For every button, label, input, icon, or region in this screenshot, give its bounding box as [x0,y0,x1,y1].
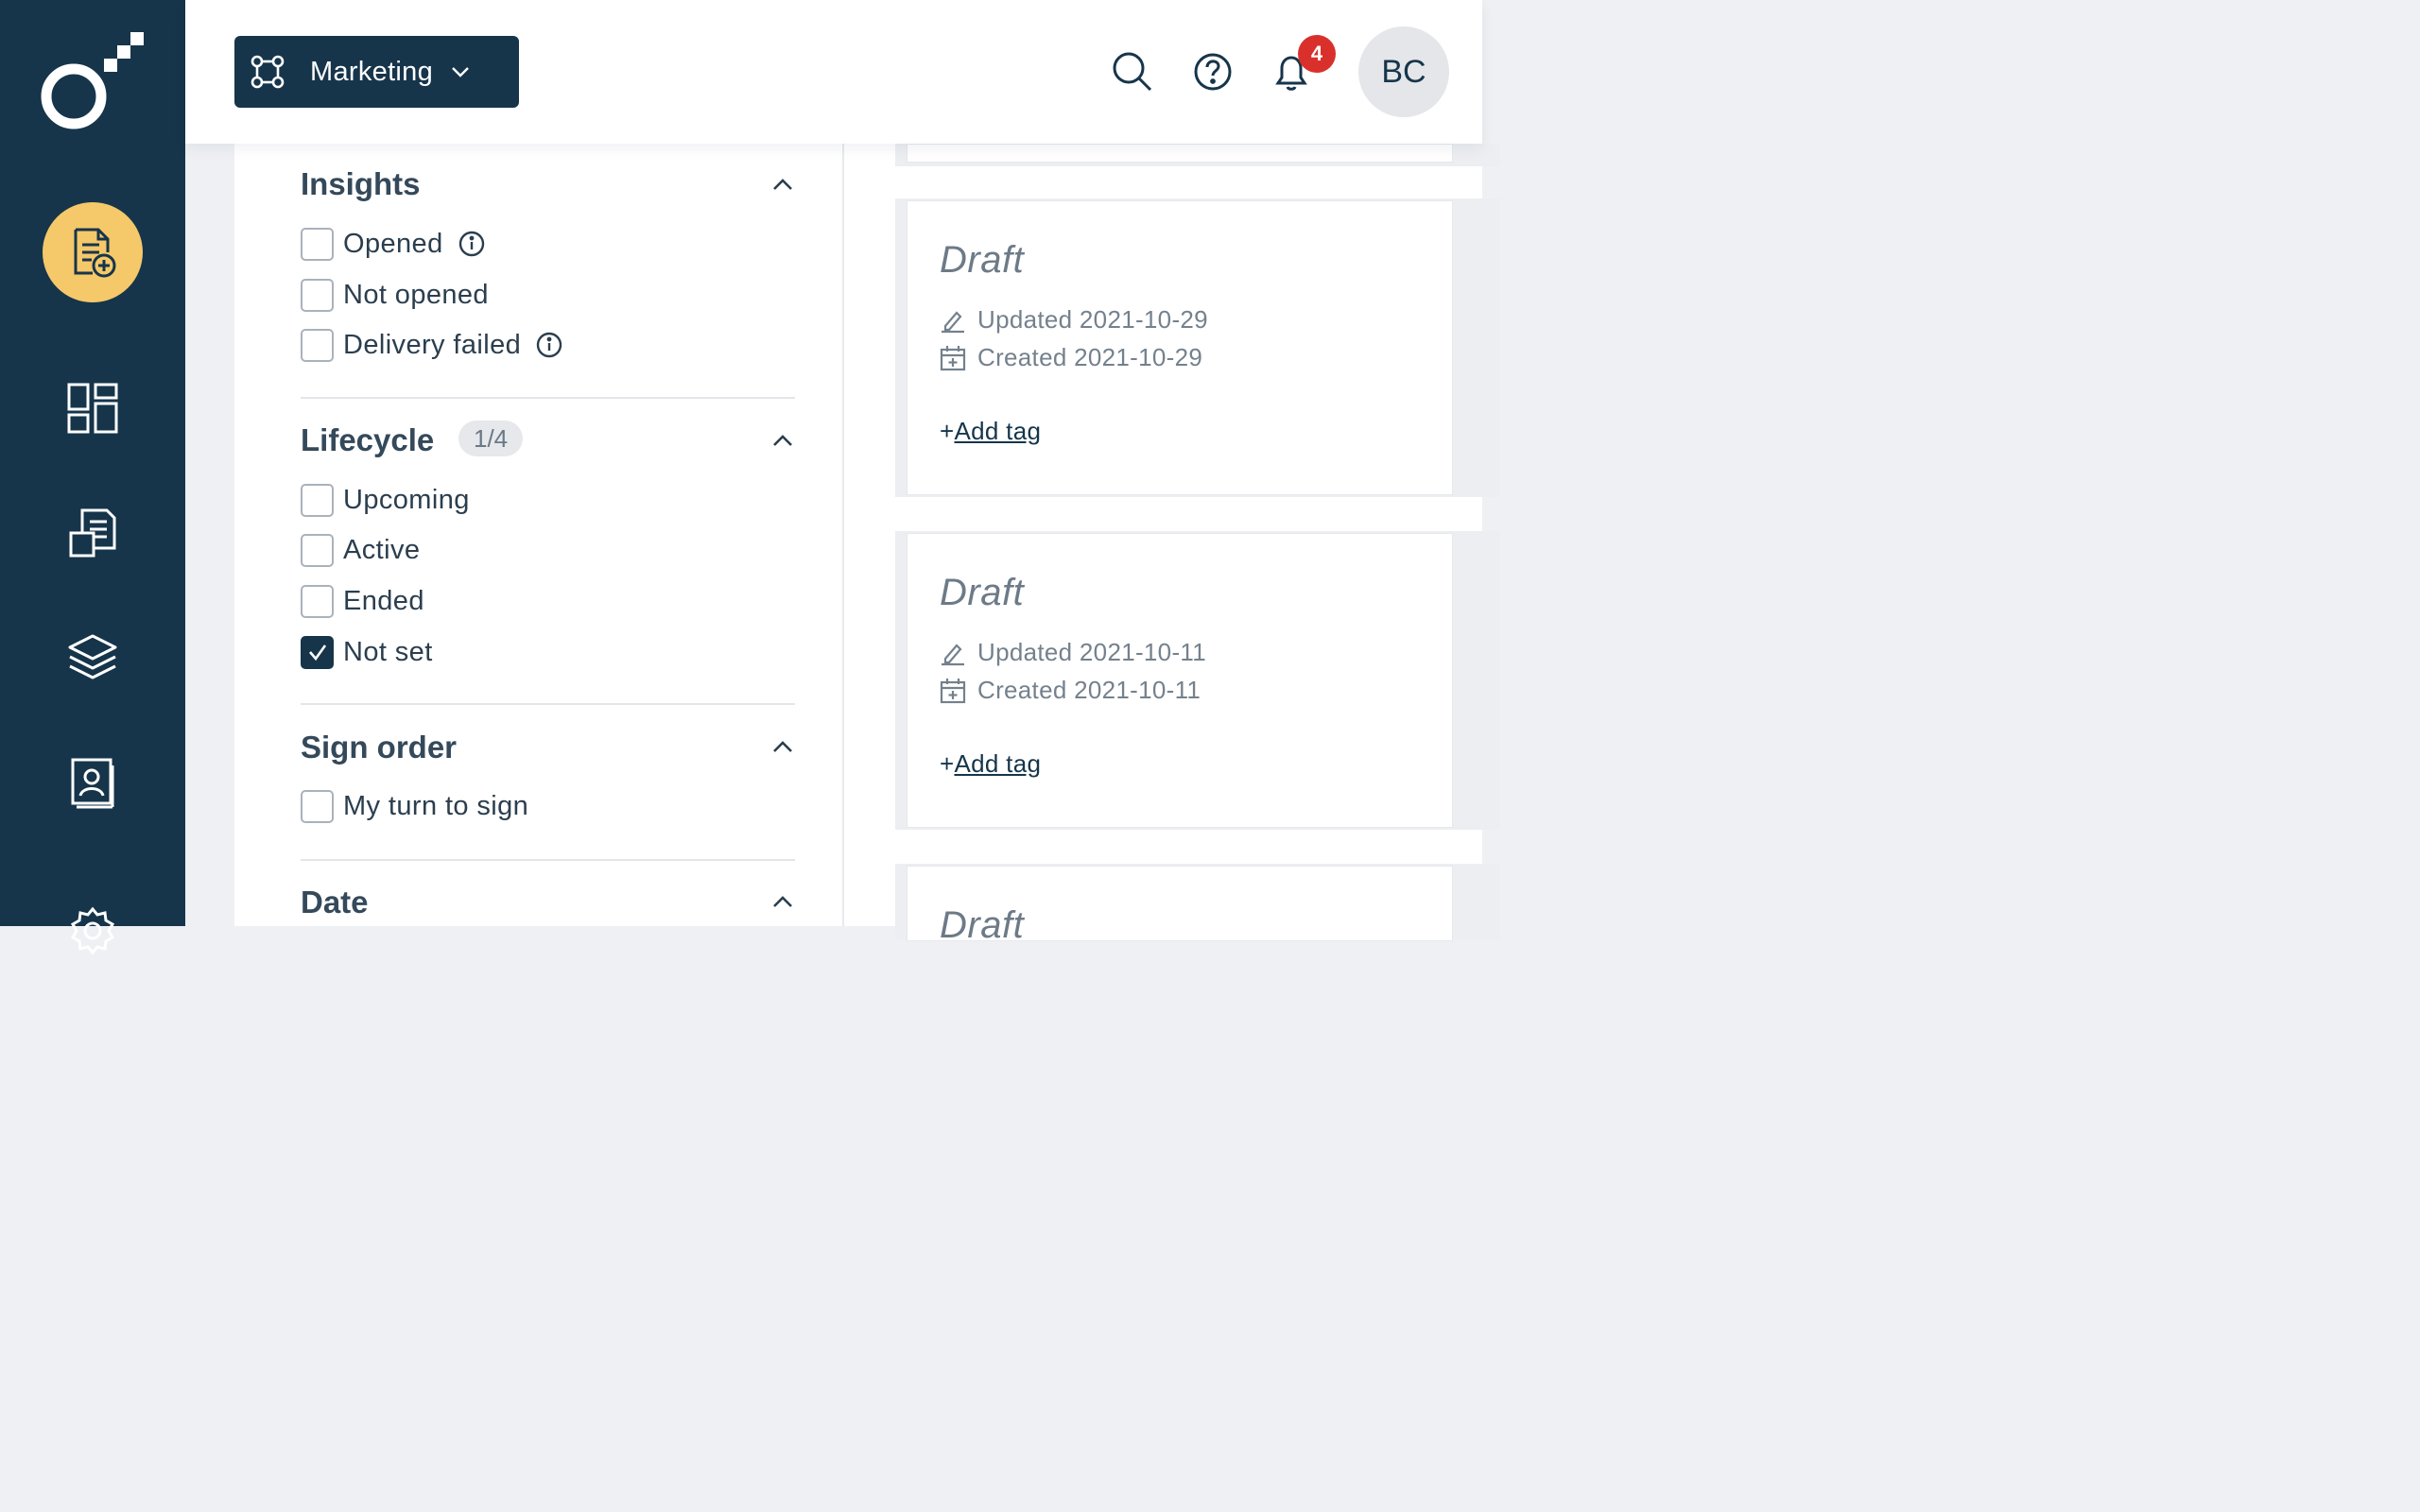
checkbox[interactable] [301,533,334,567]
filter-panel: Insights Opened Not opened Delivery fail… [234,144,844,926]
user-avatar[interactable]: BC [1358,26,1449,117]
checkbox[interactable] [301,328,334,362]
checkmark-icon [308,644,326,662]
card-body: Draft Updated 2021-10-29 Created 2021-10… [907,200,1453,495]
card-body: Draft [907,866,1453,946]
section-title: Date [301,885,369,919]
checkbox[interactable] [301,483,334,517]
checkbox[interactable] [301,227,334,261]
plus-text: + [940,417,955,445]
search-icon[interactable] [1112,51,1153,93]
layers-icon [68,634,117,679]
document-status: Draft [940,572,1025,613]
checkbox-checked[interactable] [301,635,334,669]
document-card-partial[interactable] [895,144,1500,166]
documents-icon [69,508,116,558]
document-list: Draft Updated 2021-10-29 Created 2021-10… [844,144,1500,946]
checkbox[interactable] [301,789,334,823]
calendar-icon [940,678,966,703]
top-bar: Marketing 4 BC [185,0,1482,144]
logo [41,32,144,129]
filter-option-active[interactable]: Active [301,533,420,567]
workspace-label: Marketing [310,56,434,87]
sidebar-item-contacts[interactable] [0,732,185,836]
contact-book-icon [71,758,114,809]
workspace-icon [251,55,285,89]
checkbox[interactable] [301,278,334,312]
option-label: Delivery failed [343,329,522,360]
option-label: Not set [343,636,433,667]
pencil-icon [942,310,964,333]
filter-option-ended[interactable]: Ended [301,584,424,618]
notification-count-badge: 4 [1298,35,1336,73]
updated-date: Updated 2021-10-11 [977,638,1206,666]
option-label: Active [343,534,421,565]
create-document-button[interactable] [43,202,143,302]
chevron-up-icon[interactable] [770,172,795,197]
gear-icon [70,906,115,955]
add-tag-label: Add tag [954,417,1042,445]
workspace-switcher-button[interactable]: Marketing [234,36,519,108]
card-body: Draft Updated 2021-10-11 Created 2021-10… [907,533,1453,828]
help-icon[interactable] [1192,51,1234,93]
document-card[interactable]: Draft Updated 2021-10-29 Created 2021-10… [895,198,1500,497]
chevron-up-icon[interactable] [770,734,795,759]
option-label: Ended [343,585,424,616]
filter-option-not-set[interactable]: Not set [301,635,433,669]
chevron-down-icon [452,67,469,77]
document-add-icon [74,228,116,278]
add-tag-link[interactable]: +Add tag [940,417,1041,446]
section-title: Lifecycle [301,422,435,457]
divider [301,703,795,705]
add-tag-link[interactable]: +Add tag [940,749,1041,779]
sidebar [0,0,185,955]
divider [301,859,795,861]
option-label: Opened [343,228,443,259]
plus-text: + [940,749,955,778]
sidebar-item-settings[interactable] [0,879,185,983]
updated-row: Updated 2021-10-11 [940,638,1206,667]
document-status: Draft [940,904,1025,946]
dashboard-grid-icon [67,383,118,434]
section-title: Sign order [301,730,458,765]
sidebar-item-templates[interactable] [0,607,185,711]
add-tag-label: Add tag [954,749,1042,778]
option-label: Upcoming [343,484,470,515]
sidebar-item-dashboard[interactable] [0,356,185,460]
created-date: Created 2021-10-29 [977,343,1203,371]
card-body [907,144,1453,163]
document-status: Draft [940,239,1025,281]
filter-count-badge: 1/4 [458,421,524,456]
updated-date: Updated 2021-10-29 [977,305,1208,334]
option-label: My turn to sign [343,790,529,821]
created-row: Created 2021-10-11 [940,676,1201,705]
info-icon[interactable] [536,332,562,358]
filter-option-not-opened[interactable]: Not opened [301,278,489,312]
chevron-up-icon[interactable] [770,428,795,453]
filter-option-delivery-failed[interactable]: Delivery failed [301,328,562,362]
filter-option-my-turn-to-sign[interactable]: My turn to sign [301,789,528,823]
created-row: Created 2021-10-29 [940,343,1202,372]
filter-option-opened[interactable]: Opened [301,227,485,261]
sidebar-item-documents[interactable] [0,482,185,586]
divider [301,397,795,399]
document-card[interactable]: Draft Updated 2021-10-11 Created 2021-10… [895,531,1500,830]
document-card[interactable]: Draft [895,864,1500,946]
chevron-up-icon[interactable] [770,889,795,914]
checkbox[interactable] [301,584,334,618]
pencil-icon [942,643,964,665]
updated-row: Updated 2021-10-29 [940,305,1208,335]
created-date: Created 2021-10-11 [977,676,1201,704]
filter-option-upcoming[interactable]: Upcoming [301,483,470,517]
option-label: Not opened [343,279,489,310]
calendar-icon [940,345,966,370]
info-icon[interactable] [458,231,485,257]
section-title: Insights [301,166,421,201]
